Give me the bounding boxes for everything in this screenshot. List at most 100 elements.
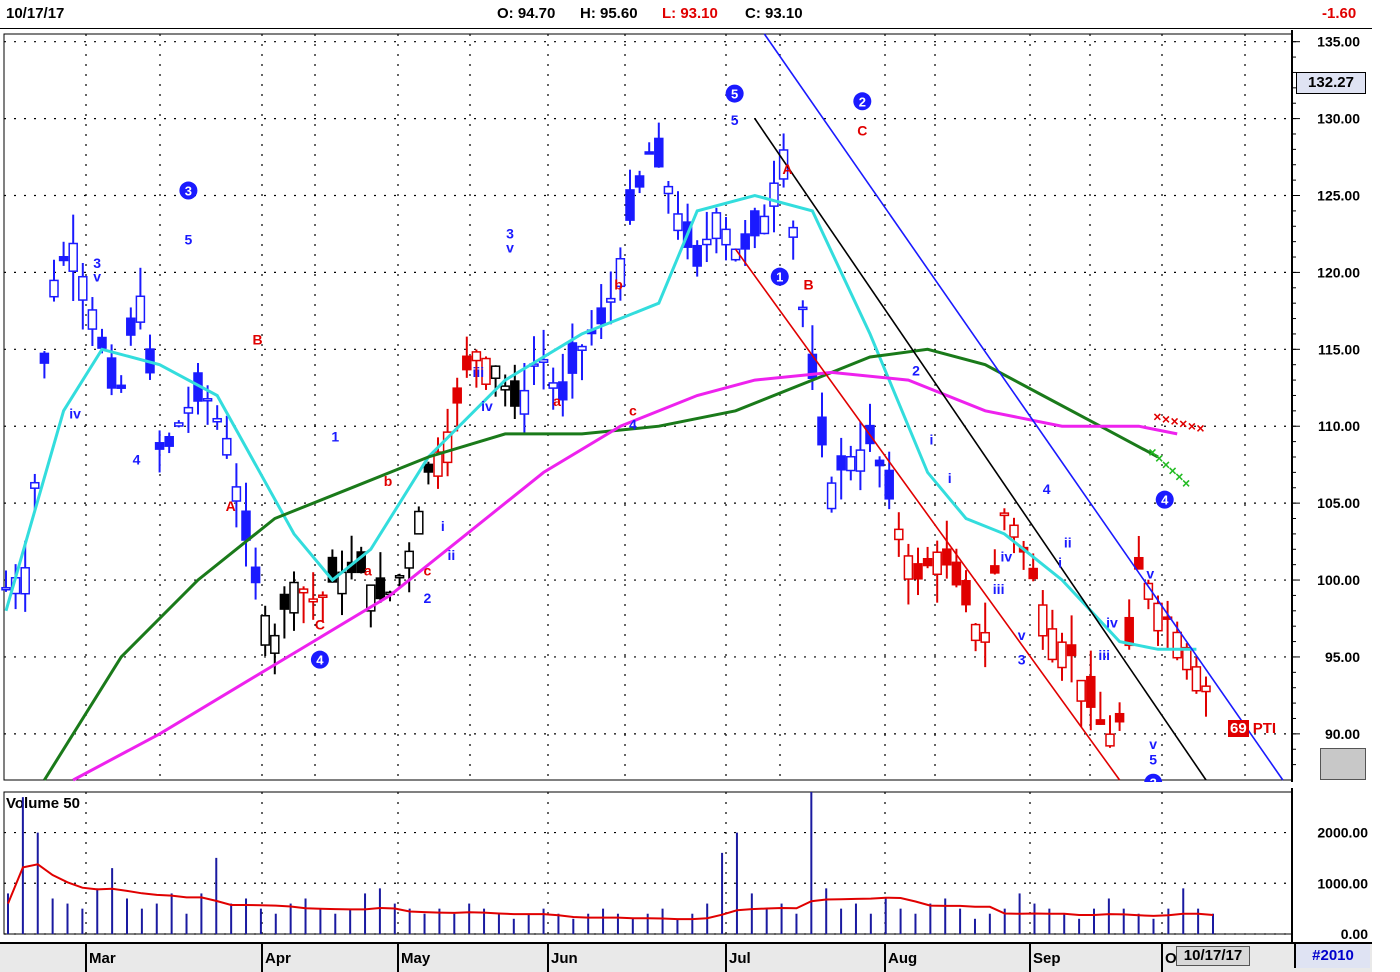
wave-label: iv <box>1000 549 1012 565</box>
wave-label: ii <box>1064 535 1072 551</box>
price-bar-body <box>1076 679 1086 702</box>
price-bar-body <box>500 385 510 391</box>
price-bar-body <box>1057 641 1067 669</box>
wave-label: 2 <box>424 590 432 606</box>
wave-label: i <box>441 518 445 534</box>
projection-mark: × <box>1179 416 1187 432</box>
price-bar-body <box>1105 733 1115 747</box>
price-bar-body <box>932 551 942 576</box>
projection-mark: × <box>1182 475 1190 491</box>
price-tick-label: 135.00 <box>1317 34 1360 50</box>
price-tick-label: 90.00 <box>1325 726 1360 742</box>
price-bar-body <box>212 417 222 423</box>
wave-label: 4 <box>629 416 637 432</box>
price-bar-body <box>894 528 904 541</box>
price-bar-body <box>567 342 578 374</box>
wave-label: 1 <box>776 270 783 285</box>
chart-thumbnail-icon[interactable] <box>1320 748 1366 780</box>
price-bar-body <box>174 422 184 427</box>
price-bar-body <box>913 563 923 580</box>
price-tick-label: 95.00 <box>1325 649 1360 665</box>
price-bar-body <box>922 557 933 567</box>
wave-label: A <box>782 161 792 177</box>
month-label: Sep <box>1033 950 1061 967</box>
price-bar-body <box>260 614 270 646</box>
price-bar-body <box>1047 628 1058 661</box>
wave-label: iii <box>1098 647 1110 663</box>
price-bar-body <box>183 406 194 414</box>
price-bar-body <box>126 317 136 336</box>
price-bar-body <box>673 213 683 232</box>
price-bar-body <box>577 345 587 351</box>
price-bar-body <box>164 436 174 447</box>
price-bar-body <box>596 307 606 325</box>
wave-label: C <box>315 616 325 632</box>
price-tick-label: 125.00 <box>1317 188 1360 204</box>
price-bar-body <box>759 215 770 235</box>
ticker-number: 69 <box>1228 720 1249 737</box>
price-chart[interactable]: 135.00 130.00 125.00 120.00 115.00 110.00 105.… <box>0 30 1372 782</box>
price-bar-body <box>961 580 971 606</box>
price-bar-body <box>750 210 760 237</box>
volume-tick-label: 2000.00 <box>1317 825 1368 841</box>
price-bar-body <box>241 510 251 541</box>
price-bar-body <box>1201 685 1211 693</box>
price-bar-body <box>740 233 750 250</box>
price-bar-body <box>49 279 59 298</box>
price-bar-body <box>87 309 98 330</box>
month-label: Aug <box>888 950 917 967</box>
wave-label: 5 <box>185 232 193 248</box>
price-bar-body <box>990 565 1000 574</box>
price-bar-body <box>250 566 261 584</box>
price-bar-body <box>202 398 213 402</box>
price-bar-body <box>1086 675 1096 708</box>
wave-label: 3 <box>185 184 192 199</box>
volume-tick-label: 1000.00 <box>1317 875 1368 891</box>
price-bar-body <box>548 382 558 389</box>
wave-label: 1 <box>331 429 339 445</box>
price-bar-body <box>1153 602 1163 632</box>
price-bar-body <box>884 469 894 500</box>
price-bar-body <box>663 185 674 195</box>
volume-plot-area <box>3 791 1293 935</box>
wave-label: b <box>384 473 393 489</box>
wave-label: v <box>1146 566 1154 582</box>
price-tick-label: 100.00 <box>1317 572 1360 588</box>
footer-date: 10/17/17 <box>1176 946 1250 966</box>
price-bar-body <box>97 336 107 349</box>
wave-label: 2 <box>912 362 920 378</box>
price-bar-body <box>318 594 328 598</box>
price-bar-body <box>721 228 731 246</box>
quote-open: O: 94.70 <box>497 5 556 22</box>
volume-chart[interactable]: Volume 50 2000.00 1000.00 0.00 <box>0 788 1372 942</box>
price-bar-body <box>39 352 50 364</box>
price-bar-body <box>654 137 664 168</box>
wave-label: iv <box>69 406 81 422</box>
price-tick-label: 120.00 <box>1317 264 1360 280</box>
wave-label: iii <box>993 581 1005 597</box>
price-bar-body <box>951 561 962 586</box>
price-bar-body <box>58 256 69 262</box>
price-bar-body <box>68 242 78 272</box>
month-label: Jun <box>551 950 578 967</box>
month-label: May <box>401 950 431 967</box>
price-bar-body <box>999 512 1010 517</box>
price-bar-body <box>1172 631 1182 659</box>
price-bar-body <box>903 555 914 580</box>
price-tick-label: 110.00 <box>1318 418 1360 434</box>
price-bar-body <box>1028 567 1038 580</box>
price-bar-body <box>375 577 386 600</box>
price-bar-body <box>1124 616 1134 647</box>
price-bar-body <box>414 510 424 535</box>
price-bar-body <box>942 548 952 566</box>
price-bar-body <box>1182 646 1192 671</box>
price-bar-body <box>308 598 318 603</box>
price-bar-body <box>836 455 846 471</box>
price-bar-body <box>20 567 30 595</box>
price-bar-body <box>1066 644 1077 657</box>
price-bar-body <box>826 482 837 510</box>
price-bar-body <box>1 586 11 591</box>
price-bar-body <box>1191 666 1202 692</box>
price-tick-label: 115.00 <box>1318 341 1360 357</box>
price-bar-body <box>462 355 472 371</box>
